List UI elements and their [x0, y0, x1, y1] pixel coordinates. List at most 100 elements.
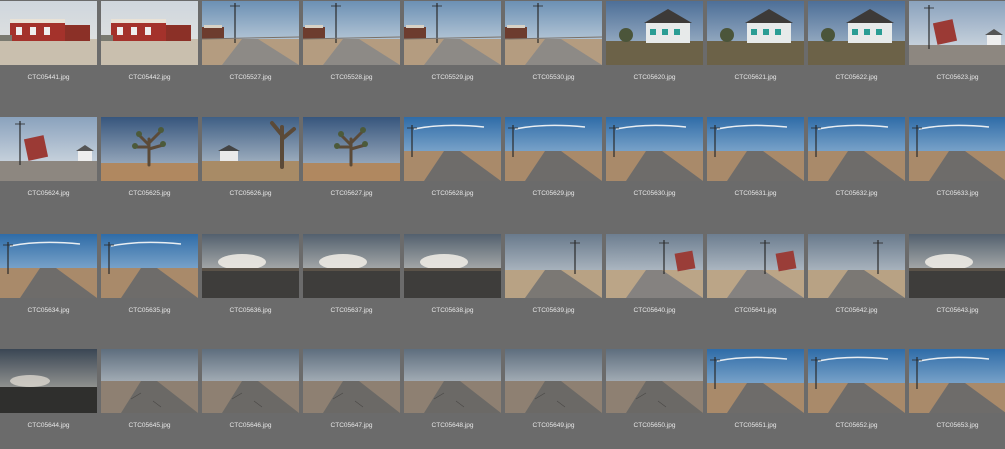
photo-thumbnail[interactable] — [606, 234, 703, 298]
photo-thumbnail[interactable] — [303, 349, 400, 413]
photo-cell[interactable]: CTC05636.jpg — [202, 234, 303, 334]
photo-thumbnail[interactable] — [505, 1, 602, 65]
photo-thumbnail[interactable] — [707, 234, 804, 298]
photo-thumbnail[interactable] — [808, 349, 905, 413]
photo-filename: CTC05635.jpg — [128, 307, 171, 314]
photo-filename: CTC05621.jpg — [734, 74, 777, 81]
photo-thumbnail[interactable] — [909, 234, 1005, 298]
photo-cell[interactable]: CTC05639.jpg — [505, 234, 606, 334]
photo-thumbnail[interactable] — [303, 1, 400, 65]
photo-filename: CTC05624.jpg — [27, 190, 70, 197]
photo-thumbnail[interactable] — [505, 349, 602, 413]
photo-cell[interactable]: CTC05632.jpg — [808, 117, 909, 217]
photo-cell[interactable]: CTC05631.jpg — [707, 117, 808, 217]
photo-filename: CTC05650.jpg — [633, 422, 676, 429]
photo-filename: CTC05642.jpg — [835, 307, 878, 314]
photo-thumbnail[interactable] — [707, 349, 804, 413]
photo-cell[interactable]: CTC05628.jpg — [404, 117, 505, 217]
photo-cell[interactable]: CTC05642.jpg — [808, 234, 909, 334]
photo-filename: CTC05645.jpg — [128, 422, 171, 429]
photo-thumbnail[interactable] — [303, 117, 400, 181]
photo-thumbnail[interactable] — [909, 117, 1005, 181]
photo-cell[interactable]: CTC05441.jpg — [0, 1, 101, 101]
photo-filename: CTC05530.jpg — [532, 74, 575, 81]
photo-cell[interactable]: CTC05620.jpg — [606, 1, 707, 101]
photo-cell[interactable]: CTC05626.jpg — [202, 117, 303, 217]
photo-cell[interactable]: CTC05635.jpg — [101, 234, 202, 334]
photo-cell[interactable]: CTC05652.jpg — [808, 349, 909, 449]
photo-thumbnail[interactable] — [707, 117, 804, 181]
photo-cell[interactable]: CTC05648.jpg — [404, 349, 505, 449]
photo-thumbnail[interactable] — [808, 117, 905, 181]
photo-thumbnail[interactable] — [0, 1, 97, 65]
photo-filename: CTC05641.jpg — [734, 307, 777, 314]
photo-cell[interactable]: CTC05529.jpg — [404, 1, 505, 101]
photo-thumbnail[interactable] — [202, 349, 299, 413]
photo-filename: CTC05644.jpg — [27, 422, 70, 429]
photo-cell[interactable]: CTC05627.jpg — [303, 117, 404, 217]
photo-filename: CTC05633.jpg — [936, 190, 979, 197]
photo-thumbnail[interactable] — [0, 117, 97, 181]
photo-thumbnail[interactable] — [505, 117, 602, 181]
photo-thumbnail[interactable] — [202, 1, 299, 65]
photo-filename: CTC05442.jpg — [128, 74, 171, 81]
photo-thumbnail[interactable] — [202, 234, 299, 298]
photo-cell[interactable]: CTC05621.jpg — [707, 1, 808, 101]
photo-filename: CTC05638.jpg — [431, 307, 474, 314]
photo-cell[interactable]: CTC05641.jpg — [707, 234, 808, 334]
photo-thumbnail[interactable] — [101, 1, 198, 65]
photo-cell[interactable]: CTC05442.jpg — [101, 1, 202, 101]
photo-cell[interactable]: CTC05638.jpg — [404, 234, 505, 334]
photo-thumbnail[interactable] — [707, 1, 804, 65]
photo-cell[interactable]: CTC05651.jpg — [707, 349, 808, 449]
photo-thumbnail[interactable] — [909, 349, 1005, 413]
photo-cell[interactable]: CTC05646.jpg — [202, 349, 303, 449]
photo-thumbnail[interactable] — [606, 349, 703, 413]
photo-filename: CTC05631.jpg — [734, 190, 777, 197]
photo-cell[interactable]: CTC05623.jpg — [909, 1, 1005, 101]
photo-cell[interactable]: CTC05622.jpg — [808, 1, 909, 101]
photo-thumbnail[interactable] — [404, 234, 501, 298]
photo-cell[interactable]: CTC05633.jpg — [909, 117, 1005, 217]
photo-thumbnail[interactable] — [404, 1, 501, 65]
photo-cell[interactable]: CTC05650.jpg — [606, 349, 707, 449]
photo-thumbnail[interactable] — [0, 349, 97, 413]
photo-thumbnail[interactable] — [808, 1, 905, 65]
photo-cell[interactable]: CTC05624.jpg — [0, 117, 101, 217]
photo-filename: CTC05639.jpg — [532, 307, 575, 314]
photo-cell[interactable]: CTC05644.jpg — [0, 349, 101, 449]
photo-thumbnail[interactable] — [303, 234, 400, 298]
photo-thumbnail[interactable] — [505, 234, 602, 298]
photo-cell[interactable]: CTC05528.jpg — [303, 1, 404, 101]
photo-cell[interactable]: CTC05640.jpg — [606, 234, 707, 334]
photo-cell[interactable]: CTC05530.jpg — [505, 1, 606, 101]
photo-cell[interactable]: CTC05647.jpg — [303, 349, 404, 449]
photo-thumbnail[interactable] — [404, 117, 501, 181]
photo-thumbnail[interactable] — [606, 1, 703, 65]
photo-cell[interactable]: CTC05649.jpg — [505, 349, 606, 449]
photo-thumbnail[interactable] — [606, 117, 703, 181]
photo-cell[interactable]: CTC05643.jpg — [909, 234, 1005, 334]
photo-thumbnail[interactable] — [101, 234, 198, 298]
photo-filename: CTC05626.jpg — [229, 190, 272, 197]
photo-thumbnail[interactable] — [808, 234, 905, 298]
photo-thumbnail[interactable] — [0, 234, 97, 298]
photo-filename: CTC05632.jpg — [835, 190, 878, 197]
photo-cell[interactable]: CTC05527.jpg — [202, 1, 303, 101]
photo-thumbnail[interactable] — [909, 1, 1005, 65]
photo-filename: CTC05441.jpg — [27, 74, 70, 81]
photo-thumbnail[interactable] — [404, 349, 501, 413]
photo-cell[interactable]: CTC05645.jpg — [101, 349, 202, 449]
photo-filename: CTC05648.jpg — [431, 422, 474, 429]
photo-cell[interactable]: CTC05630.jpg — [606, 117, 707, 217]
photo-thumbnail[interactable] — [101, 117, 198, 181]
photo-cell[interactable]: CTC05637.jpg — [303, 234, 404, 334]
photo-cell[interactable]: CTC05653.jpg — [909, 349, 1005, 449]
photo-cell[interactable]: CTC05625.jpg — [101, 117, 202, 217]
photo-filename: CTC05529.jpg — [431, 74, 474, 81]
photo-thumbnail[interactable] — [202, 117, 299, 181]
photo-grid: CTC05441.jpg CTC05442.jpg CTC05527.jpg CTC0… — [0, 0, 1005, 436]
photo-cell[interactable]: CTC05629.jpg — [505, 117, 606, 217]
photo-thumbnail[interactable] — [101, 349, 198, 413]
photo-cell[interactable]: CTC05634.jpg — [0, 234, 101, 334]
